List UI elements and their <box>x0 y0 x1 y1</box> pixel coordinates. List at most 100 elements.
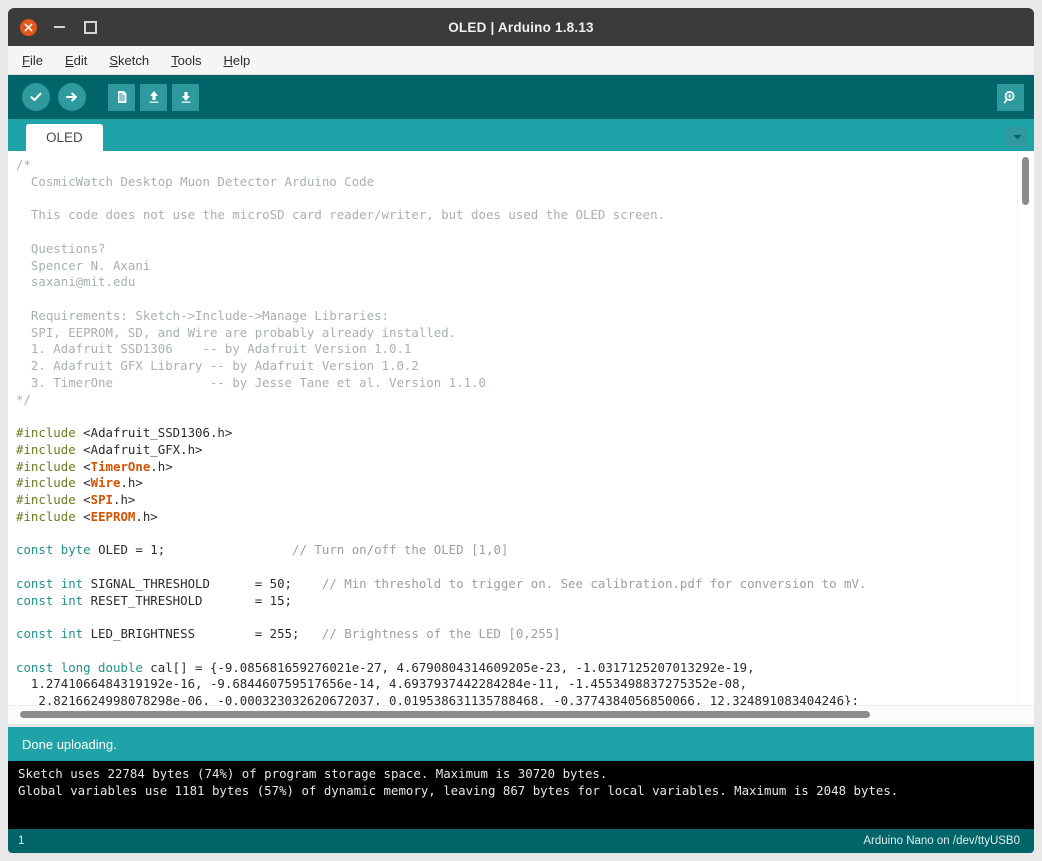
menu-file-rest: ile <box>29 52 43 68</box>
verify-icon <box>30 92 42 102</box>
code-token: Wire <box>90 475 121 491</box>
board-port-indicator: Arduino Nano on /dev/ttyUSB0 <box>863 835 1020 847</box>
code-token: // Brightness of the LED [0,255] <box>321 626 561 641</box>
code-editor[interactable]: /* CosmicWatch Desktop Muon Detector Ard… <box>8 151 1034 705</box>
close-icon <box>24 23 33 31</box>
verify-button[interactable] <box>22 83 50 111</box>
code-token: 1.2741066484319192e-16, -9.6844607595176… <box>16 676 748 692</box>
save-icon <box>181 92 190 103</box>
maximize-icon <box>84 20 97 34</box>
code-token: < <box>75 492 91 507</box>
tabbar: OLED <box>8 119 1034 151</box>
code-token: Questions? <box>16 240 106 256</box>
code-token: #include <box>16 441 76 457</box>
new-icon <box>117 91 126 103</box>
code-token: < <box>75 508 91 524</box>
code-line: const long double cal[] = {-9.0856816592… <box>16 660 1034 677</box>
menu-sketch-mnemonic: S <box>109 52 119 68</box>
console-padding <box>8 819 1034 829</box>
code-line: 2.8216624998078298e-06, -0.0003230326206… <box>16 693 1034 705</box>
tab-oled[interactable]: OLED <box>26 124 103 151</box>
menubar: File Edit Sketch Tools Help <box>8 46 1034 75</box>
code-token: const byte <box>16 542 91 558</box>
code-token: const int <box>16 575 84 591</box>
code-token: RESET_THRESHOLD = 15; <box>83 592 293 608</box>
code-token: const long double <box>16 659 143 675</box>
code-token: cal[] = {-9.085681659276021e-27, 4.67908… <box>142 659 755 675</box>
menu-edit-mnemonic: E <box>64 52 74 68</box>
arduino-ide-window: OLED | Arduino 1.8.13 File Edit Sketch T… <box>0 0 1042 861</box>
editor-vertical-scrollbar-thumb[interactable] <box>1022 157 1029 205</box>
code-line: */ <box>16 392 1034 409</box>
open-sketch-button[interactable] <box>140 83 167 111</box>
code-token: #include <box>16 475 76 491</box>
code-token: .h> <box>120 475 143 491</box>
editor-vertical-scrollbar[interactable] <box>1017 151 1034 705</box>
menu-item-tools[interactable]: Tools <box>171 54 201 67</box>
tab-menu-button[interactable] <box>1006 127 1028 147</box>
console-output[interactable]: Sketch uses 22784 bytes (74%) of program… <box>8 761 1034 819</box>
code-line: #include <Adafruit_SSD1306.h> <box>16 425 1034 442</box>
toolbar <box>8 75 1034 119</box>
new-sketch-button[interactable] <box>108 83 135 111</box>
status-message: Done uploading. <box>8 727 1034 761</box>
code-token: This code does not use the microSD card … <box>16 207 666 223</box>
menu-item-help[interactable]: Help <box>223 54 250 67</box>
menu-item-file[interactable]: File <box>22 54 43 67</box>
minimize-window-button[interactable] <box>51 19 68 36</box>
code-line: Questions? <box>16 241 1034 258</box>
save-sketch-button[interactable] <box>172 83 199 111</box>
code-token: CosmicWatch Desktop Muon Detector Arduin… <box>16 173 375 189</box>
code-token: LED_BRIGHTNESS = 255; <box>83 626 322 641</box>
console-line: Global variables use 1181 bytes (57%) of… <box>18 783 899 798</box>
code-token: #include <box>16 508 76 524</box>
upload-icon <box>65 92 78 102</box>
close-window-button[interactable] <box>20 18 37 36</box>
menu-item-edit[interactable]: Edit <box>65 54 87 67</box>
menu-sketch-rest: ketch <box>118 52 150 68</box>
code-token: .h> <box>113 492 136 507</box>
menu-file-mnemonic: F <box>22 52 30 68</box>
editor-horizontal-scrollbar[interactable] <box>8 705 1034 724</box>
code-token: .h> <box>150 458 173 474</box>
serial-monitor-button[interactable] <box>997 83 1024 111</box>
editor-area: /* CosmicWatch Desktop Muon Detector Ard… <box>8 151 1034 724</box>
titlebar: OLED | Arduino 1.8.13 <box>8 8 1034 46</box>
code-line: 3. TimerOne -- by Jesse Tane et al. Vers… <box>16 375 1034 392</box>
code-line: #include <SPI.h> <box>16 492 1034 509</box>
menu-item-sketch[interactable]: Sketch <box>109 54 149 67</box>
code-line: #include <EEPROM.h> <box>16 509 1034 526</box>
code-token: SPI <box>90 492 113 507</box>
code-token: #include <box>16 492 76 507</box>
bottom-status-bar: 1 Arduino Nano on /dev/ttyUSB0 <box>8 829 1034 853</box>
code-line: #include <Adafruit_GFX.h> <box>16 442 1034 459</box>
code-line: #include <Wire.h> <box>16 475 1034 492</box>
code-line: CosmicWatch Desktop Muon Detector Arduin… <box>16 174 1034 191</box>
code-token: 1. Adafruit SSD1306 -- by Adafruit Versi… <box>16 341 412 357</box>
code-token: EEPROM <box>90 508 136 524</box>
code-token: // Min threshold to trigger on. See cali… <box>321 575 867 591</box>
open-icon <box>149 91 158 103</box>
maximize-window-button[interactable] <box>82 19 99 36</box>
window-title: OLED | Arduino 1.8.13 <box>448 19 594 35</box>
upload-button[interactable] <box>58 83 86 111</box>
editor-horizontal-scrollbar-thumb[interactable] <box>20 711 870 718</box>
code-line: const int LED_BRIGHTNESS = 255; // Brigh… <box>16 626 1034 643</box>
code-token: const int <box>16 626 84 641</box>
code-token: <Adafruit_GFX.h> <box>75 441 203 457</box>
code-token: saxani@mit.edu <box>16 274 136 290</box>
menu-tools-rest: ools <box>177 52 202 68</box>
code-token: SPI, EEPROM, SD, and Wire are probably a… <box>16 324 457 340</box>
code-token: 2.8216624998078298e-06, -0.0003230326206… <box>16 693 859 705</box>
minimize-icon <box>54 26 65 28</box>
code-line: SPI, EEPROM, SD, and Wire are probably a… <box>16 325 1034 342</box>
code-token: // Turn on/off the OLED [1,0] <box>292 542 509 558</box>
code-token: Requirements: Sketch->Include->Manage Li… <box>16 307 389 323</box>
